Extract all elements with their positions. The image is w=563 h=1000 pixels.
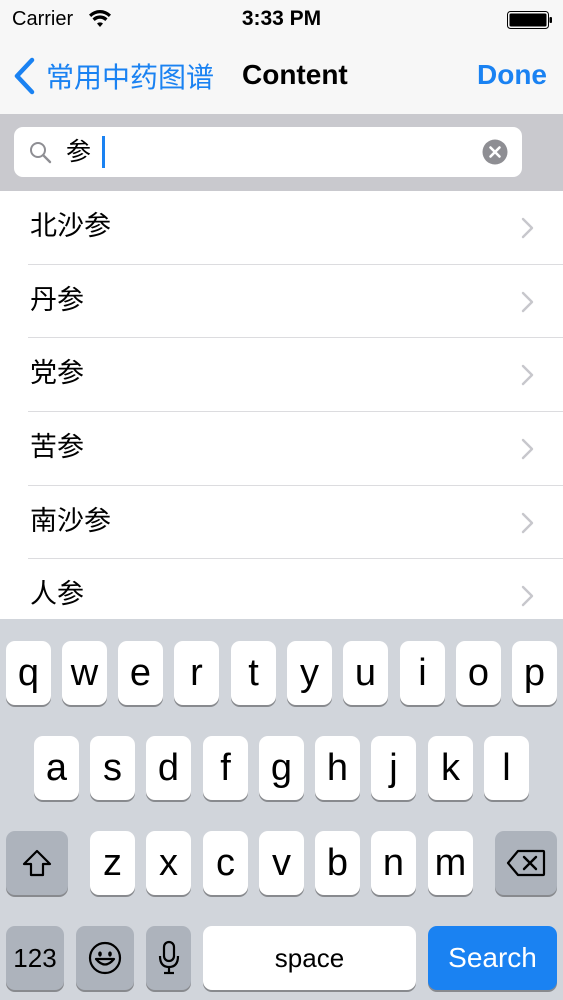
- chevron-right-icon: [521, 586, 534, 607]
- list-item[interactable]: 南沙参: [0, 486, 563, 560]
- clock: 3:33 PM: [241, 7, 322, 30]
- status-bar: Carrier 3:33 PM: [0, 0, 563, 40]
- key-h[interactable]: h: [315, 736, 360, 800]
- key-d[interactable]: d: [146, 736, 191, 800]
- search-bar: 参: [0, 114, 563, 191]
- key-i[interactable]: i: [400, 641, 445, 705]
- done-button[interactable]: Done: [477, 59, 547, 91]
- emoji-key[interactable]: [76, 926, 134, 990]
- text-cursor: [102, 136, 105, 168]
- key-b[interactable]: b: [315, 831, 360, 895]
- key-u[interactable]: u: [343, 641, 388, 705]
- microphone-key[interactable]: [146, 926, 191, 990]
- key-c[interactable]: c: [203, 831, 248, 895]
- key-p[interactable]: p: [512, 641, 557, 705]
- chevron-left-icon: [14, 57, 35, 95]
- key-y[interactable]: y: [287, 641, 332, 705]
- navigation-bar: 常用中药图谱 Content Done: [0, 40, 563, 114]
- microphone-icon: [158, 940, 179, 975]
- list-item[interactable]: 丹参: [0, 265, 563, 339]
- battery-icon: [507, 11, 552, 29]
- list-item[interactable]: 党参: [0, 338, 563, 413]
- key-z[interactable]: z: [90, 831, 135, 895]
- key-n[interactable]: n: [371, 831, 416, 895]
- key-a[interactable]: a: [34, 736, 79, 800]
- key-o[interactable]: o: [456, 641, 501, 705]
- space-key[interactable]: space: [203, 926, 416, 990]
- chevron-right-icon: [521, 512, 534, 533]
- emoji-icon: [88, 941, 122, 975]
- list-item-label: 丹参: [30, 284, 84, 316]
- key-l[interactable]: l: [484, 736, 529, 800]
- chevron-right-icon: [521, 291, 534, 312]
- back-button[interactable]: 常用中药图谱: [12, 56, 214, 96]
- search-value: 参: [66, 137, 92, 166]
- search-input[interactable]: 参: [14, 127, 522, 177]
- list-item-label: 南沙参: [30, 505, 111, 537]
- chevron-right-icon: [521, 217, 534, 239]
- backspace-key[interactable]: [495, 831, 557, 895]
- back-label: 常用中药图谱: [46, 61, 215, 94]
- key-x[interactable]: x: [146, 831, 191, 895]
- chevron-right-icon: [521, 438, 534, 460]
- numbers-key[interactable]: 123: [6, 926, 64, 990]
- chevron-right-icon: [521, 365, 534, 386]
- page-title: Content: [242, 59, 348, 90]
- key-w[interactable]: w: [62, 641, 107, 705]
- list-item-label: 北沙参: [30, 211, 111, 242]
- backspace-icon: [506, 849, 546, 877]
- list-item-label: 人参: [30, 579, 84, 611]
- key-k[interactable]: k: [428, 736, 473, 800]
- key-j[interactable]: j: [371, 736, 416, 800]
- list-item-label: 党参: [30, 358, 84, 390]
- key-f[interactable]: f: [203, 736, 248, 800]
- list-item-label: 苦参: [30, 432, 84, 464]
- list-item[interactable]: 北沙参: [0, 191, 563, 265]
- clear-icon[interactable]: [482, 139, 508, 165]
- key-r[interactable]: r: [174, 641, 219, 705]
- key-v[interactable]: v: [259, 831, 304, 895]
- shift-icon: [22, 849, 52, 877]
- shift-key[interactable]: [6, 831, 68, 895]
- key-e[interactable]: e: [118, 641, 163, 705]
- key-m[interactable]: m: [428, 831, 473, 895]
- key-g[interactable]: g: [259, 736, 304, 800]
- search-key[interactable]: Search: [428, 926, 557, 990]
- result-list: 北沙参 丹参 党参 苦参 南沙参 人参: [0, 191, 563, 634]
- list-item[interactable]: 苦参: [0, 412, 563, 486]
- key-t[interactable]: t: [231, 641, 276, 705]
- key-s[interactable]: s: [90, 736, 135, 800]
- keyboard: q w e r t y u i o p a s d f g h j k l z …: [0, 619, 563, 1000]
- key-q[interactable]: q: [6, 641, 51, 705]
- search-icon: [30, 142, 52, 164]
